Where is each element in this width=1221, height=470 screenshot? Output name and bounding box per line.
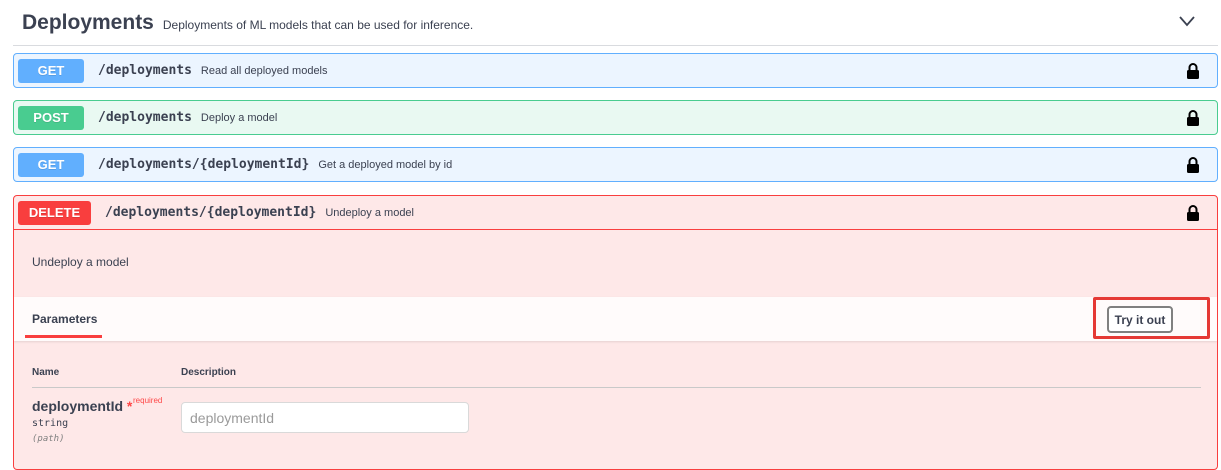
lock-icon[interactable] xyxy=(1186,63,1200,79)
required-star: * xyxy=(126,398,133,414)
operation-path: /deployments/{deploymentId} xyxy=(105,205,317,220)
tag-title: Deployments xyxy=(22,10,154,34)
chevron-down-icon[interactable] xyxy=(1176,10,1198,32)
operation-description: Undeploy a model xyxy=(32,255,129,269)
method-badge: GET xyxy=(18,152,84,177)
operation-delete-deployment-expanded: DELETE /deployments/{deploymentId} Undep… xyxy=(13,195,1218,470)
column-header-description: Description xyxy=(181,367,237,378)
parameter-location: (path) xyxy=(32,434,65,444)
operation-summary: Get a deployed model by id xyxy=(318,158,453,171)
try-it-out-button[interactable]: Try it out xyxy=(1107,306,1173,333)
column-header-name: Name xyxy=(32,367,60,378)
parameters-section-header: Parameters xyxy=(14,297,1217,341)
tab-active-underline xyxy=(25,335,102,338)
operation-delete-header[interactable]: DELETE /deployments/{deploymentId} Undep… xyxy=(14,196,1217,230)
tab-parameters[interactable]: Parameters xyxy=(32,312,97,326)
lock-icon[interactable] xyxy=(1186,157,1200,173)
lock-icon[interactable] xyxy=(1186,110,1200,126)
operation-get-deployments[interactable]: GET /deployments Read all deployed model… xyxy=(13,53,1218,88)
table-divider xyxy=(32,387,1201,388)
operation-summary: Undeploy a model xyxy=(325,206,414,219)
operation-post-deployments[interactable]: POST /deployments Deploy a model xyxy=(13,100,1218,135)
parameter-type: string xyxy=(32,418,69,429)
lock-icon[interactable] xyxy=(1186,205,1200,221)
operation-path: /deployments xyxy=(98,63,192,78)
operation-path: /deployments xyxy=(98,110,192,125)
tag-header-deployments[interactable]: Deployments Deployments of ML models tha… xyxy=(13,0,1218,46)
parameter-name: deploymentId * xyxy=(32,398,132,414)
deployment-id-input[interactable] xyxy=(181,402,469,433)
operation-summary: Deploy a model xyxy=(200,111,278,124)
tag-description: Deployments of ML models that can be use… xyxy=(162,17,474,32)
method-badge: GET xyxy=(18,58,84,83)
parameter-name-text: deploymentId xyxy=(32,398,124,414)
required-label: required xyxy=(133,396,163,405)
operation-get-deployment-by-id[interactable]: GET /deployments/{deploymentId} Get a de… xyxy=(13,147,1218,182)
operation-summary: Read all deployed models xyxy=(200,64,328,77)
method-badge: POST xyxy=(18,105,84,130)
operation-path: /deployments/{deploymentId} xyxy=(98,157,310,172)
method-badge: DELETE xyxy=(18,200,91,225)
